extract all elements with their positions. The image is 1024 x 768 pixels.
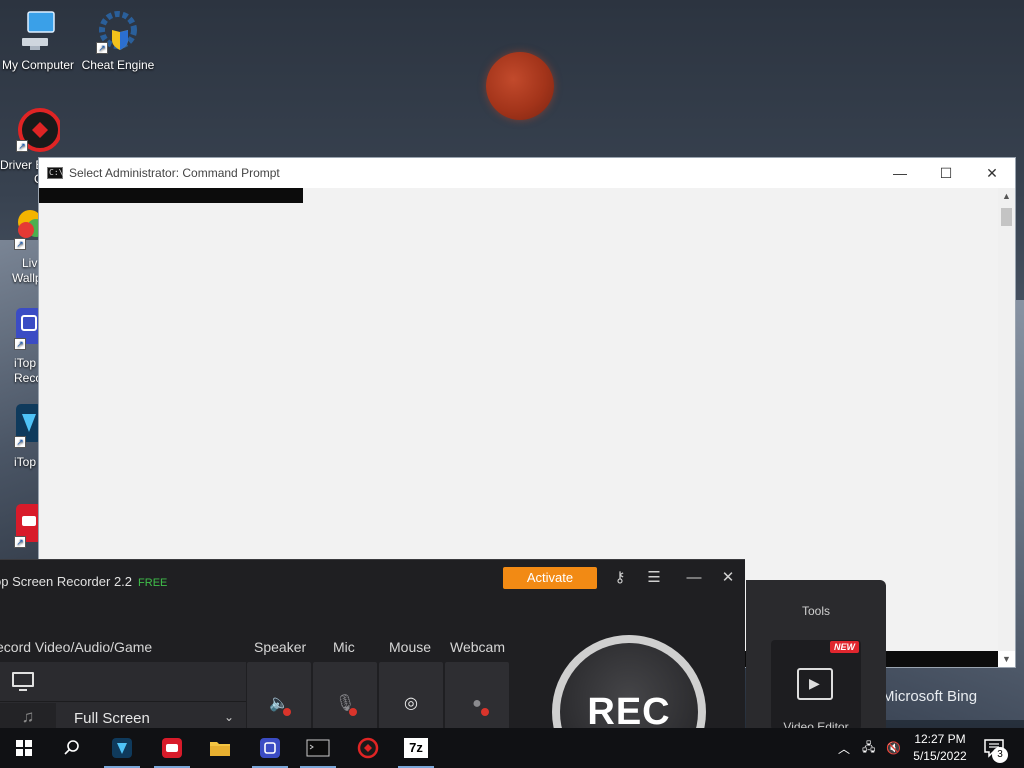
activate-button[interactable]: Activate xyxy=(503,567,597,589)
chevron-up-icon: ︿ xyxy=(838,741,851,756)
desktop-icon-itop-3[interactable]: ↗ xyxy=(0,504,42,552)
new-badge: NEW xyxy=(830,641,859,653)
tools-title: Tools xyxy=(801,604,830,618)
clock-time: 12:27 PM xyxy=(914,732,966,746)
cmd-vertical-scrollbar[interactable]: ▲ ▼ xyxy=(998,188,1015,664)
webcam-off-icon: ● xyxy=(467,694,489,716)
search-icon xyxy=(64,740,79,755)
taskbar-app-command-prompt[interactable] xyxy=(294,728,342,768)
taskbar-app-driver-booster[interactable] xyxy=(344,728,392,768)
taskbar-app-file-explorer[interactable] xyxy=(196,728,244,768)
close-icon[interactable]: ✕ xyxy=(716,568,740,588)
scroll-thumb[interactable] xyxy=(1001,208,1012,226)
capture-area-select[interactable]: Full Screen xyxy=(74,710,150,727)
video-editor-icon xyxy=(797,668,833,700)
taskbar-app-7zip[interactable]: 7z xyxy=(392,728,440,768)
itop-recorder-window[interactable]: op Screen Recorder 2.2 FREE Activate ⚷ ☰ … xyxy=(0,559,745,768)
desktop-label-live: Liv xyxy=(22,256,38,270)
screen-mode-tab[interactable] xyxy=(0,662,246,702)
taskbar-app-itop-shield[interactable] xyxy=(98,728,146,768)
cmd-window-title: Select Administrator: Command Prompt xyxy=(69,166,280,180)
cmd-selection-highlight xyxy=(39,188,303,203)
desktop-icon-itop-recorder[interactable]: ↗ xyxy=(0,306,42,354)
notification-count-badge: 3 xyxy=(992,747,1008,763)
search-button[interactable] xyxy=(48,728,96,768)
mic-muted-icon: 🎙 xyxy=(335,694,357,716)
music-note-icon: ♫ xyxy=(21,707,35,726)
mouse-click-icon: ◎ xyxy=(404,695,418,712)
mic-label: Mic xyxy=(333,639,355,655)
close-button[interactable]: ✕ xyxy=(969,158,1015,188)
start-button[interactable] xyxy=(0,728,48,768)
itop-recorder-icon xyxy=(260,738,280,758)
taskbar: 7z ︿ 🖧 🔇 12:27 PM 5/15/2022 xyxy=(0,728,1024,768)
webcam-toggle[interactable]: ● xyxy=(445,662,509,730)
itop-shield-icon xyxy=(112,738,132,758)
chevron-down-icon[interactable]: ⌄ xyxy=(224,710,234,724)
wallpaper-moon xyxy=(486,52,554,120)
tools-panel: Tools NEW Video Editor xyxy=(746,580,886,734)
speaker-toggle[interactable]: 🔈 xyxy=(247,662,311,730)
system-clock[interactable]: 12:27 PM 5/15/2022 xyxy=(904,731,976,765)
speaker-label: Speaker xyxy=(254,639,307,655)
desktop-icon-driver-booster[interactable]: ↗ xyxy=(0,108,76,156)
menu-icon[interactable]: ☰ xyxy=(642,568,666,588)
recorder-title: op Screen Recorder 2.2 FREE xyxy=(0,574,168,589)
itop-screen-recorder-icon xyxy=(162,738,182,758)
key-icon[interactable]: ⚷ xyxy=(608,568,632,588)
shortcut-arrow-icon: ↗ xyxy=(16,140,28,152)
show-hidden-icons[interactable]: ︿ xyxy=(838,728,850,768)
webcam-label: Webcam xyxy=(450,639,505,655)
cheat-engine-icon: ↗ xyxy=(96,10,140,54)
minimize-icon[interactable]: — xyxy=(682,568,706,588)
shortcut-arrow-icon: ↗ xyxy=(96,42,108,54)
shortcut-arrow-icon: ↗ xyxy=(14,436,26,448)
audio-mode-tab[interactable]: ♫ xyxy=(0,703,56,730)
clock-date: 5/15/2022 xyxy=(913,749,967,763)
driver-booster-icon xyxy=(357,737,379,759)
shortcut-arrow-icon: ↗ xyxy=(14,338,26,350)
scroll-up-arrow-icon[interactable]: ▲ xyxy=(998,188,1015,204)
mic-toggle[interactable]: 🎙 xyxy=(313,662,377,730)
volume-status[interactable]: 🔇 xyxy=(886,728,901,768)
wallpaper-credit: Microsoft Bing xyxy=(882,688,978,705)
desktop-icon-itop-2[interactable]: ↗ xyxy=(0,404,42,452)
desktop-label-driver: Driver B xyxy=(0,158,44,172)
network-status[interactable]: 🖧 xyxy=(862,728,875,768)
mouse-toggle[interactable]: ◎ xyxy=(379,662,443,730)
shortcut-arrow-icon: ↗ xyxy=(14,238,26,250)
seven-zip-icon: 7z xyxy=(404,738,428,758)
desktop-label-itop-2: iTop xyxy=(14,455,37,469)
free-badge: FREE xyxy=(138,577,168,589)
monitor-icon xyxy=(12,672,34,691)
driver-booster-icon: ↗ xyxy=(16,108,62,152)
shortcut-arrow-icon: ↗ xyxy=(14,536,26,548)
windows-logo-icon xyxy=(16,740,32,756)
folder-icon xyxy=(210,742,230,756)
maximize-button[interactable]: ☐ xyxy=(923,158,969,188)
desktop-icon-my-computer[interactable]: My Computer xyxy=(0,10,76,72)
desktop-icon-live-wallpaper[interactable]: ↗ xyxy=(0,206,45,254)
terminal-icon xyxy=(306,739,330,757)
volume-muted-icon: 🔇 xyxy=(886,741,901,755)
mouse-label: Mouse xyxy=(389,639,432,655)
minimize-button[interactable]: — xyxy=(877,158,923,188)
computer-icon xyxy=(16,10,60,54)
taskbar-app-itop-recorder[interactable] xyxy=(246,728,294,768)
cmd-app-icon: C:\ xyxy=(47,167,64,179)
desktop-label-itop-1: iTop xyxy=(14,356,37,370)
network-icon: 🖧 xyxy=(862,739,876,754)
desktop-icon-cheat-engine[interactable]: ↗ Cheat Engine xyxy=(80,10,156,72)
speaker-muted-icon: 🔈 xyxy=(269,694,291,716)
taskbar-app-itop-screen[interactable] xyxy=(148,728,196,768)
record-mode-panel: ♫ Full Screen ⌄ xyxy=(0,662,246,730)
video-editor-button[interactable]: NEW Video Editor xyxy=(771,640,861,734)
scroll-down-arrow-icon[interactable]: ▼ xyxy=(998,651,1015,667)
cmd-title-bar[interactable]: C:\ Select Administrator: Command Prompt… xyxy=(39,158,1015,188)
record-mode-label: ecord Video/Audio/Game xyxy=(0,639,153,655)
